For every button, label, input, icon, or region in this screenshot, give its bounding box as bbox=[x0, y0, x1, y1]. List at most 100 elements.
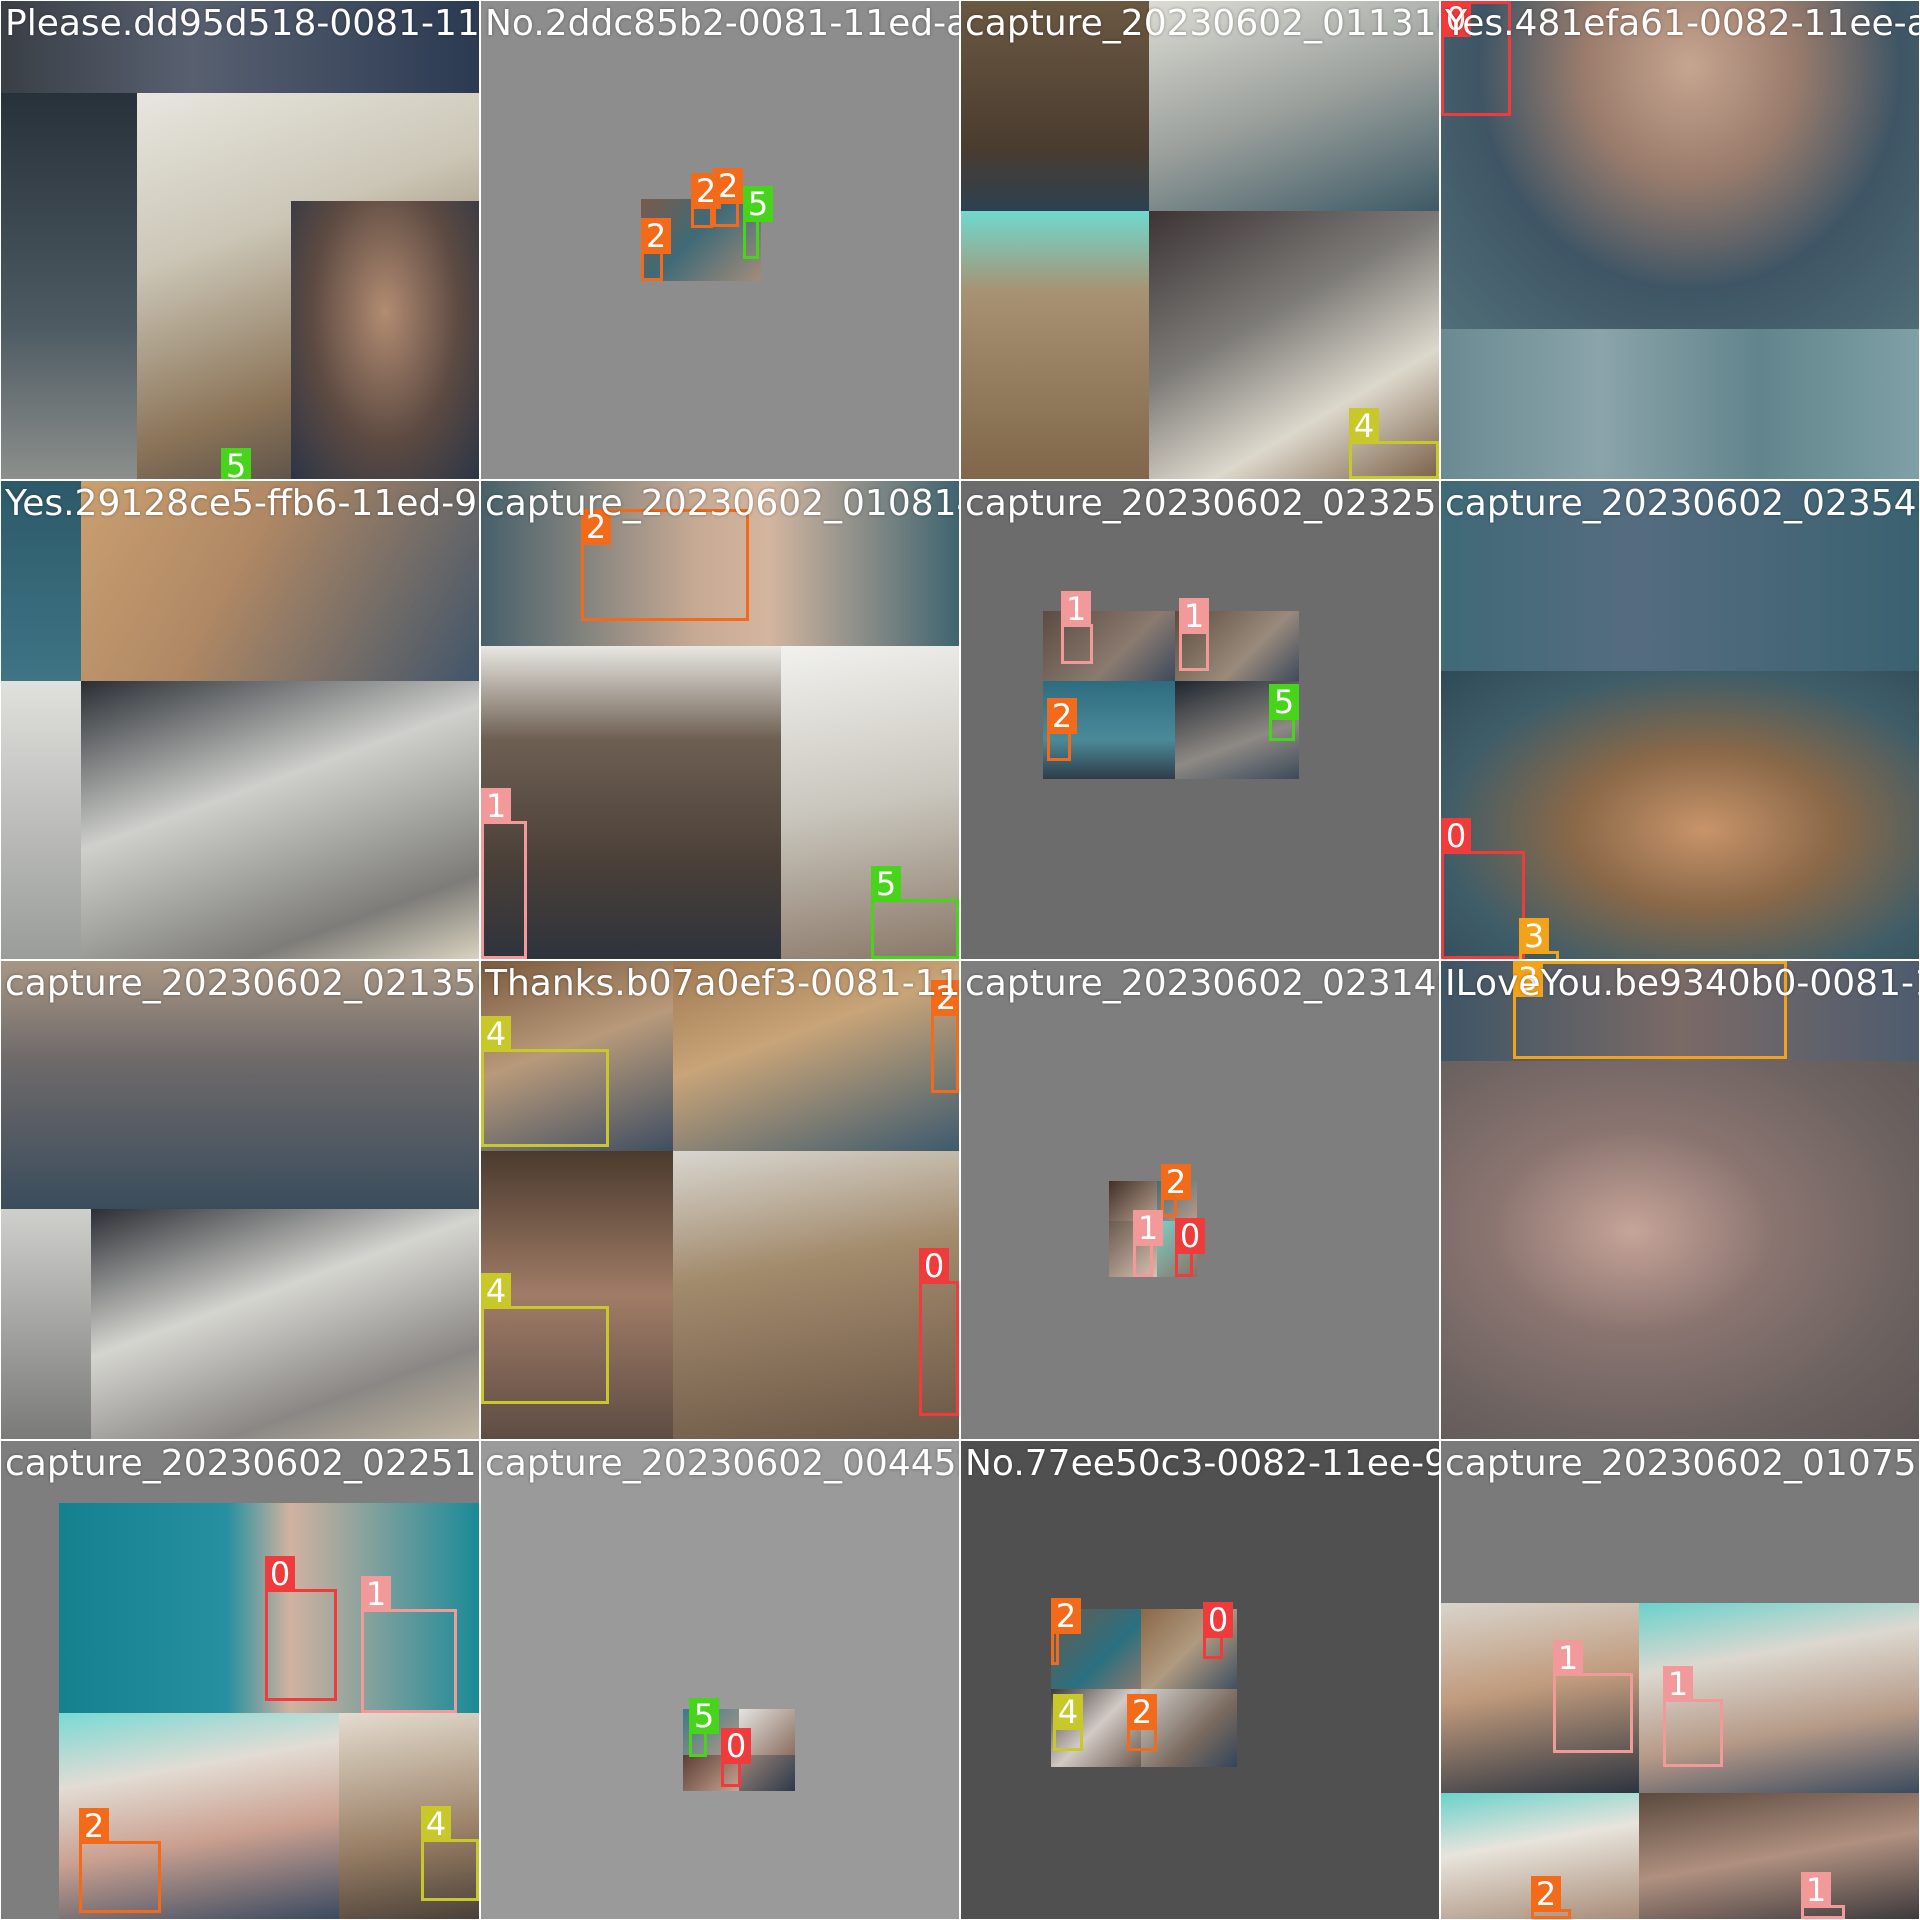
photo-region bbox=[1149, 1, 1439, 211]
detection-class-label: 0 bbox=[1441, 818, 1471, 854]
photo-region bbox=[81, 481, 479, 681]
detection-class-label: 3 bbox=[1513, 961, 1543, 997]
detection-class-label: 3 bbox=[1519, 918, 1549, 954]
detection-class-label: 0 bbox=[721, 1728, 751, 1764]
detection-box: 5 bbox=[689, 1698, 719, 1757]
mosaic-tile: 2252No.2ddc85b2-0081-11ed-a75c-858e02623… bbox=[481, 1, 959, 479]
detection-class-label: 5 bbox=[221, 448, 251, 479]
detection-box: 1 bbox=[361, 1576, 457, 1713]
detection-box: 2 bbox=[1051, 1598, 1081, 1665]
detection-class-label: 1 bbox=[1663, 1666, 1693, 1702]
detection-class-label: 4 bbox=[481, 1016, 511, 1052]
mosaic-tile: 50capture_20230602_004452.png bbox=[481, 1441, 959, 1919]
photo-region bbox=[1639, 1793, 1919, 1919]
detection-class-label: 2 bbox=[931, 980, 959, 1016]
detection-class-label: 4 bbox=[1349, 408, 1379, 444]
tile-background bbox=[481, 1441, 959, 1919]
detection-class-label: 2 bbox=[1127, 1694, 1157, 1730]
detection-box: 1 bbox=[1553, 1640, 1633, 1753]
detection-class-label: 1 bbox=[481, 788, 511, 824]
detection-class-label: 2 bbox=[581, 509, 611, 545]
detection-box: 4 bbox=[1349, 408, 1439, 479]
detection-class-label: 2 bbox=[79, 1808, 109, 1844]
detection-class-label: 5 bbox=[743, 186, 773, 222]
detection-box: 5 bbox=[1269, 684, 1299, 741]
detection-box: 2 bbox=[691, 173, 721, 228]
detection-box: 1 bbox=[1133, 1210, 1163, 1277]
detection-box: 2 bbox=[1531, 1876, 1571, 1919]
detection-box: 2 bbox=[581, 509, 749, 621]
photo-region bbox=[1, 1209, 91, 1439]
detection-class-label: 5 bbox=[1269, 684, 1299, 720]
detection-class-label: 4 bbox=[481, 1273, 511, 1309]
detection-box: 4 bbox=[421, 1806, 479, 1901]
photo-region bbox=[1, 681, 81, 959]
detection-box: 5 bbox=[743, 186, 773, 259]
detection-class-label: 2 bbox=[641, 218, 671, 254]
detection-box: 2 bbox=[641, 218, 671, 281]
mosaic-tile: 5Please.dd95d518-0081-11ee-b526-6c5820fe… bbox=[1, 1, 479, 479]
detection-box: 0 bbox=[1203, 1602, 1233, 1659]
mosaic-tile: 1125capture_20230602_023252.png bbox=[961, 481, 1439, 959]
mosaic-tile: 4capture_20230602_011310.png bbox=[961, 1, 1439, 479]
photo-region bbox=[673, 961, 959, 1151]
detection-box: 1 bbox=[481, 788, 527, 959]
mosaic-tile: 1 1 2 1 capture_20230602_010752. bbox=[1441, 1441, 1919, 1919]
detection-class-label: 2 bbox=[1161, 1164, 1191, 1200]
photo-region bbox=[91, 1209, 479, 1439]
detection-box: 1 bbox=[1061, 591, 1093, 664]
detection-box: 2 bbox=[79, 1808, 161, 1913]
photo-region bbox=[1, 961, 479, 1209]
detection-box: 0 bbox=[919, 1248, 959, 1416]
detection-box: 2 bbox=[713, 168, 743, 227]
detection-box: 0 bbox=[1441, 1, 1511, 116]
detection-class-label: 5 bbox=[689, 1698, 719, 1734]
photo-region bbox=[1441, 481, 1919, 671]
detection-box: 2 bbox=[1161, 1164, 1191, 1217]
detection-box: 1 bbox=[1663, 1666, 1723, 1767]
detection-class-label: 0 bbox=[919, 1248, 949, 1284]
detection-class-label: 0 bbox=[1175, 1218, 1205, 1254]
photo-region bbox=[1441, 329, 1919, 479]
mosaic-tile: 0124capture_20230602_022515.png bbox=[1, 1441, 479, 1919]
detection-class-label: 1 bbox=[1061, 591, 1091, 627]
detection-class-label: 0 bbox=[1441, 1, 1471, 37]
detection-class-label: 4 bbox=[1053, 1694, 1083, 1730]
photo-region bbox=[1, 93, 137, 479]
detection-class-label: 2 bbox=[713, 168, 743, 204]
detection-class-label: 2 bbox=[1047, 698, 1077, 734]
photo-region bbox=[1441, 1, 1919, 329]
mosaic-tile: 210capture_20230602_023140.png bbox=[961, 961, 1439, 1439]
detection-box: 0 bbox=[1441, 818, 1525, 959]
mosaic-tile: 3 ILoveYou.be9340b0-0081-11 bbox=[1441, 961, 1919, 1439]
detection-class-label: 1 bbox=[1179, 598, 1209, 634]
photo-region bbox=[961, 1, 1149, 211]
detection-class-label: 5 bbox=[871, 866, 901, 902]
photo-region bbox=[1, 481, 81, 681]
detection-class-label: 4 bbox=[421, 1806, 451, 1842]
mosaic-tile: 0 Yes.481efa61-0082-11ee-ac bbox=[1441, 1, 1919, 479]
detection-class-label: 1 bbox=[1553, 1640, 1583, 1676]
detection-class-label: 2 bbox=[1051, 1598, 1081, 1634]
mosaic-tile: 0 3 capture_20230602_023548. bbox=[1441, 481, 1919, 959]
mosaic-grid: 5Please.dd95d518-0081-11ee-b526-6c5820fe… bbox=[0, 0, 1920, 1920]
photo-region bbox=[291, 201, 479, 479]
detection-class-label: 0 bbox=[1203, 1602, 1233, 1638]
photo-region bbox=[961, 211, 1149, 479]
detection-class-label: 1 bbox=[361, 1576, 391, 1612]
detection-box: 2 bbox=[1047, 698, 1077, 761]
detection-box: 0 bbox=[721, 1728, 751, 1787]
detection-box: 4 bbox=[1053, 1694, 1083, 1751]
detection-box: 5 bbox=[871, 866, 959, 959]
mosaic-tile: 4240Thanks.b07a0ef3-0081-11ee-97e0-c8828… bbox=[481, 961, 959, 1439]
detection-box: 2 bbox=[931, 980, 959, 1093]
detection-box: 3 bbox=[1513, 961, 1787, 1059]
photo-region bbox=[1, 1, 479, 93]
photo-region bbox=[673, 1151, 959, 1439]
photo-region bbox=[1441, 1061, 1919, 1439]
detection-box: 3 bbox=[1519, 918, 1559, 959]
mosaic-tile: capture_20230602_021350.png bbox=[1, 961, 479, 1439]
mosaic-tile: 215capture_20230602_010814.png bbox=[481, 481, 959, 959]
detection-class-label: 1 bbox=[1133, 1210, 1163, 1246]
mosaic-tile: 2 0 4 2 No.77ee50c3-0082-11ee-9fc bbox=[961, 1441, 1439, 1919]
